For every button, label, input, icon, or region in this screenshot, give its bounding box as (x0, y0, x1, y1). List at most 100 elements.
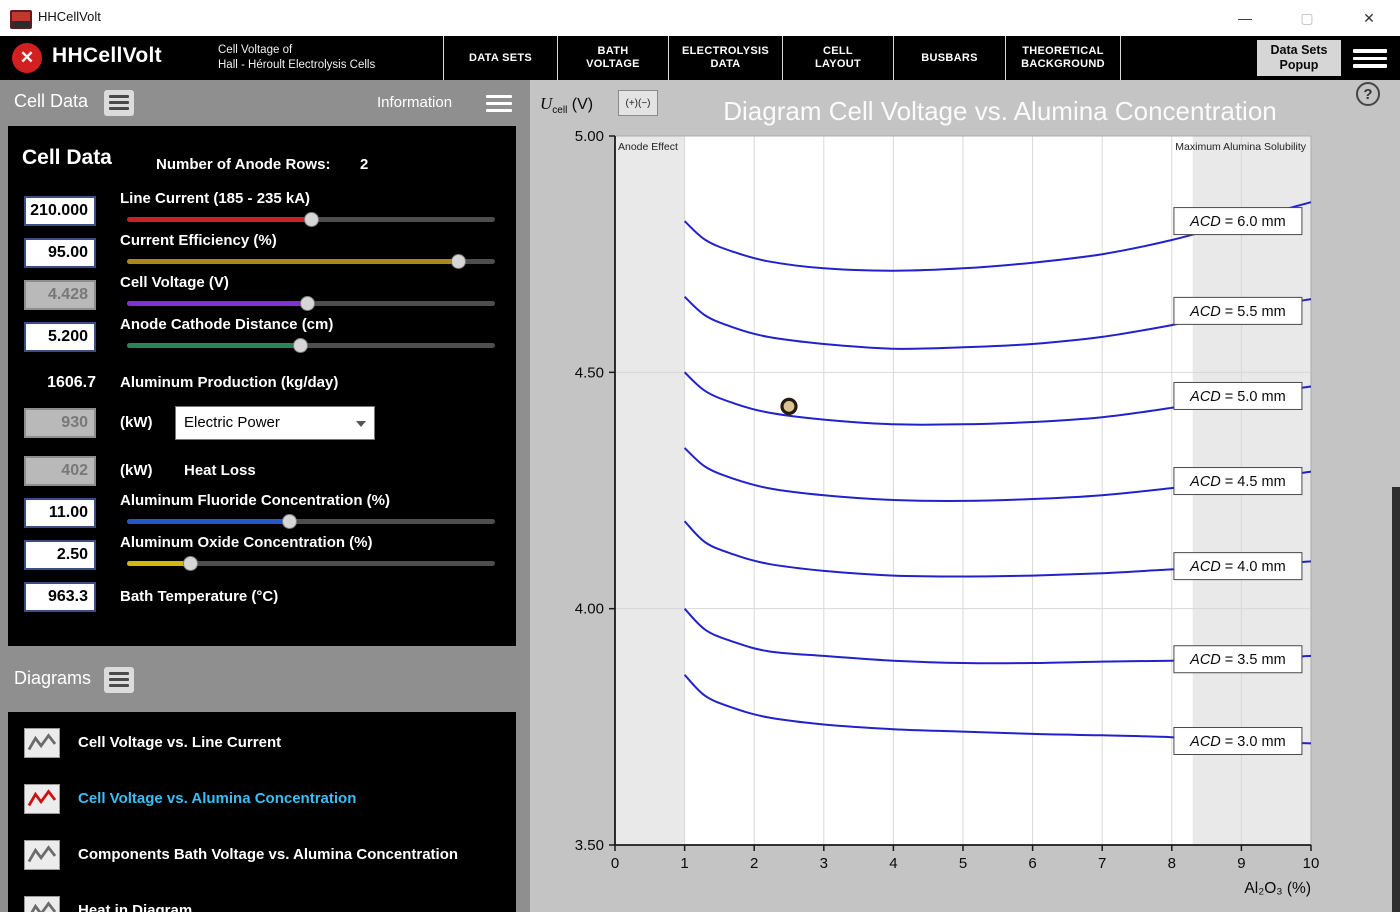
y-tick-label: 5.00 (575, 128, 604, 145)
chart-pane: Anode Effect Maximum Alumina Solubility AC… (530, 80, 1400, 912)
nav-busbars[interactable]: BUSBARS (893, 36, 1005, 80)
nav-label: ELECTROLYSIS (682, 45, 769, 58)
operating-point-marker[interactable] (782, 399, 796, 413)
nav-electrolysis-data[interactable]: ELECTROLYSIS DATA (668, 36, 782, 80)
information-menu-icon[interactable] (486, 95, 512, 116)
cell-voltage-slider[interactable] (127, 295, 495, 311)
bath-temperature-label: Bath Temperature (°C) (120, 588, 278, 605)
data-sets-popup-button[interactable]: Data Sets Popup (1257, 40, 1341, 76)
chart-title: Diagram Cell Voltage vs. Alumina Concent… (640, 96, 1360, 127)
acd-label: ACD = 4.0 mm (1189, 559, 1286, 575)
electric-power-unit: (kW) (120, 414, 153, 431)
slider-thumb[interactable] (293, 338, 308, 353)
slider-thumb[interactable] (282, 514, 297, 529)
nav-label: LAYOUT (815, 58, 861, 71)
aluminum-oxide-input[interactable]: 2.50 (24, 540, 96, 570)
diagrams-section-title: Diagrams (14, 668, 91, 689)
nav-label: DATA SETS (469, 52, 532, 65)
window-title: HHCellVolt (38, 9, 101, 24)
diagram-item-clipped[interactable]: Heat in Diagram (8, 894, 516, 912)
app-name: HHCellVolt (52, 44, 162, 68)
heat-loss-output: 402 (24, 456, 96, 486)
y-axis-subscript: cell (552, 105, 567, 116)
aluminum-fluoride-slider[interactable] (127, 513, 495, 529)
aluminum-oxide-slider[interactable] (127, 555, 495, 571)
diagrams-menu-icon[interactable] (104, 667, 134, 693)
x-tick-label: 6 (1028, 855, 1036, 872)
aluminum-production-value: 1606.7 (24, 374, 96, 392)
main-nav: DATA SETS BATH VOLTAGE ELECTROLYSIS DATA… (443, 36, 1121, 80)
anode-rows-value: 2 (360, 156, 368, 173)
y-axis-title: Ucell (V) (540, 94, 593, 116)
diagram-item-cell-voltage-vs-line-current[interactable]: Cell Voltage vs. Line Current (8, 726, 516, 774)
nav-cell-layout[interactable]: CELL LAYOUT (782, 36, 893, 80)
nav-data-sets[interactable]: DATA SETS (443, 36, 557, 80)
slider-thumb[interactable] (451, 254, 466, 269)
window-titlebar: HHCellVolt — ▢ ✕ (0, 0, 1400, 37)
diagram-item-label: Cell Voltage vs. Line Current (78, 734, 281, 751)
nav-label: CELL (823, 45, 853, 58)
x-tick-label: 7 (1098, 855, 1106, 872)
y-tick-label: 4.00 (575, 601, 604, 618)
nav-bath-voltage[interactable]: BATH VOLTAGE (557, 36, 668, 80)
bath-temperature-input[interactable]: 963.3 (24, 582, 96, 612)
maximize-button[interactable]: ▢ (1276, 0, 1338, 36)
exit-app-icon[interactable]: ✕ (12, 43, 42, 73)
shaded-region (615, 136, 685, 845)
current-efficiency-input[interactable]: 95.00 (24, 238, 96, 268)
popup-button-line1: Data Sets (1271, 43, 1328, 58)
close-button[interactable]: ✕ (1338, 0, 1400, 36)
current-efficiency-label: Current Efficiency (%) (120, 232, 277, 249)
power-mode-selected-value: Electric Power (184, 414, 280, 431)
x-axis-title: Al₂O₃ (%) (1244, 880, 1311, 897)
slider-thumb[interactable] (300, 296, 315, 311)
heat-loss-label: Heat Loss (184, 462, 256, 479)
anode-effect-label: Anode Effect (618, 141, 678, 153)
x-tick-label: 5 (959, 855, 967, 872)
nav-label: VOLTAGE (586, 58, 640, 71)
scrollbar[interactable] (1392, 487, 1400, 912)
diagram-item-components-bath-voltage[interactable]: Components Bath Voltage vs. Alumina Conc… (8, 838, 516, 886)
line-current-slider[interactable] (127, 211, 495, 227)
anode-cathode-distance-slider[interactable] (127, 337, 495, 353)
chart-icon (24, 896, 60, 912)
x-tick-label: 3 (820, 855, 828, 872)
x-tick-label: 9 (1237, 855, 1245, 872)
aluminum-fluoride-input[interactable]: 11.00 (24, 498, 96, 528)
minimize-button[interactable]: — (1214, 0, 1276, 36)
acd-label: ACD = 3.5 mm (1189, 652, 1286, 668)
slider-thumb[interactable] (304, 212, 319, 227)
voltage-chart[interactable]: Anode Effect Maximum Alumina Solubility AC… (530, 80, 1400, 912)
information-label: Information (377, 94, 452, 111)
current-efficiency-slider[interactable] (127, 253, 495, 269)
heat-loss-unit: (kW) (120, 462, 153, 479)
slider-track (127, 519, 495, 524)
app-icon (10, 10, 32, 29)
anode-cathode-distance-input[interactable]: 5.200 (24, 322, 96, 352)
cell-data-menu-icon[interactable] (104, 90, 134, 116)
popup-button-line2: Popup (1280, 58, 1319, 73)
power-mode-dropdown[interactable]: Electric Power (175, 406, 375, 440)
line-current-input[interactable]: 210.000 (24, 196, 96, 226)
diagram-item-cell-voltage-vs-alumina-concentration[interactable]: Cell Voltage vs. Alumina Concentration (8, 782, 516, 830)
anode-rows-label: Number of Anode Rows: (156, 156, 330, 173)
x-tick-label: 10 (1303, 855, 1320, 872)
diagram-item-label-selected: Cell Voltage vs. Alumina Concentration (78, 790, 356, 807)
line-current-label: Line Current (185 - 235 kA) (120, 190, 310, 207)
max-solubility-label: Maximum Alumina Solubility (1175, 141, 1306, 153)
application-window: HHCellVolt — ▢ ✕ ✕ HHCellVolt Cell Volta… (0, 0, 1400, 912)
nav-label: BUSBARS (921, 52, 978, 65)
electric-power-output: 930 (24, 408, 96, 438)
cell-data-section-title: Cell Data (14, 91, 88, 112)
slider-thumb[interactable] (183, 556, 198, 571)
y-axis-unit: (V) (567, 96, 593, 113)
aluminum-production-label: Aluminum Production (kg/day) (120, 374, 338, 391)
help-icon[interactable]: ? (1356, 82, 1380, 106)
chart-icon (24, 840, 60, 870)
acd-label: ACD = 5.5 mm (1189, 304, 1286, 320)
x-tick-label: 0 (611, 855, 619, 872)
diagrams-panel: Cell Voltage vs. Line Current Cell Volta… (8, 712, 516, 912)
hamburger-menu-icon[interactable] (1353, 49, 1387, 72)
nav-label: BACKGROUND (1021, 58, 1105, 71)
nav-theoretical-background[interactable]: THEORETICAL BACKGROUND (1005, 36, 1121, 80)
